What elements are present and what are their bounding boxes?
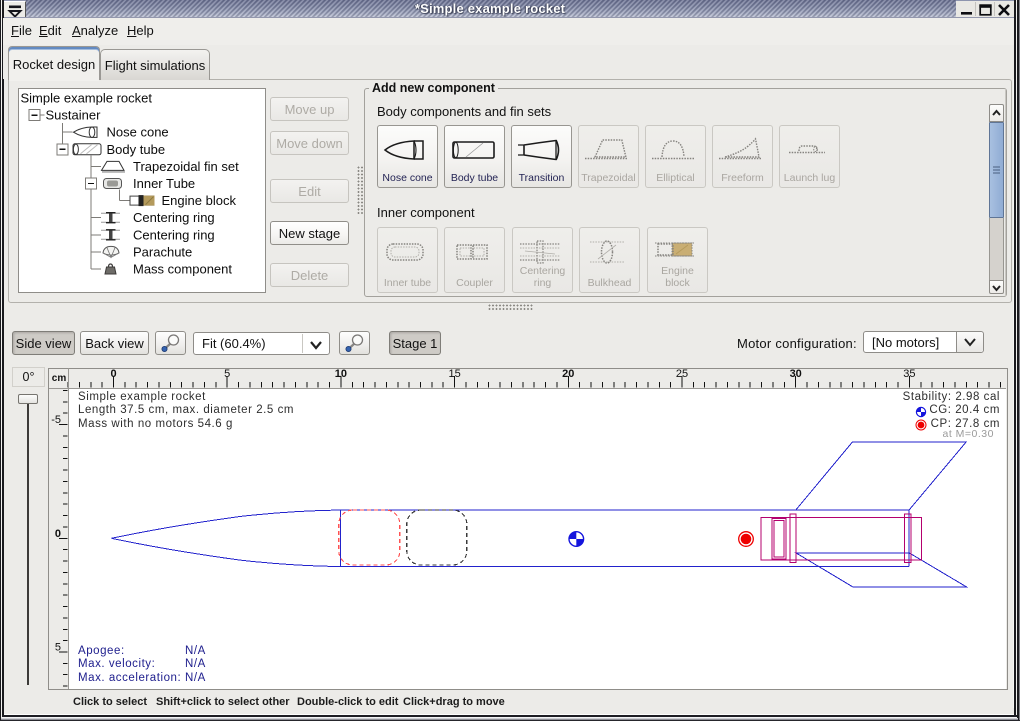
- svg-text:5: 5: [55, 642, 61, 654]
- svg-text:Sustainer: Sustainer: [46, 108, 102, 123]
- svg-text:Inner Tube: Inner Tube: [133, 176, 195, 191]
- svg-text:5: 5: [224, 368, 230, 380]
- svg-text:0: 0: [55, 528, 61, 540]
- svg-text:Mass component: Mass component: [133, 262, 232, 277]
- svg-text:Nose cone: Nose cone: [107, 125, 169, 140]
- svg-text:Engine block: Engine block: [162, 193, 237, 208]
- svg-text:15: 15: [448, 368, 460, 380]
- svg-text:10: 10: [335, 368, 347, 380]
- svg-text:cm: cm: [52, 373, 67, 384]
- svg-text:Centering ring: Centering ring: [133, 210, 215, 225]
- svg-text:30: 30: [790, 368, 802, 380]
- svg-text:-5: -5: [51, 414, 61, 426]
- svg-text:Centering ring: Centering ring: [133, 227, 215, 242]
- svg-text:Trapezoidal fin set: Trapezoidal fin set: [133, 159, 239, 174]
- svg-text:20: 20: [562, 368, 574, 380]
- svg-text:25: 25: [676, 368, 688, 380]
- svg-text:35: 35: [903, 368, 915, 380]
- svg-text:Simple example rocket: Simple example rocket: [21, 91, 153, 106]
- svg-text:Body tube: Body tube: [107, 142, 166, 157]
- svg-text:0: 0: [110, 368, 116, 380]
- svg-text:Parachute: Parachute: [133, 244, 192, 259]
